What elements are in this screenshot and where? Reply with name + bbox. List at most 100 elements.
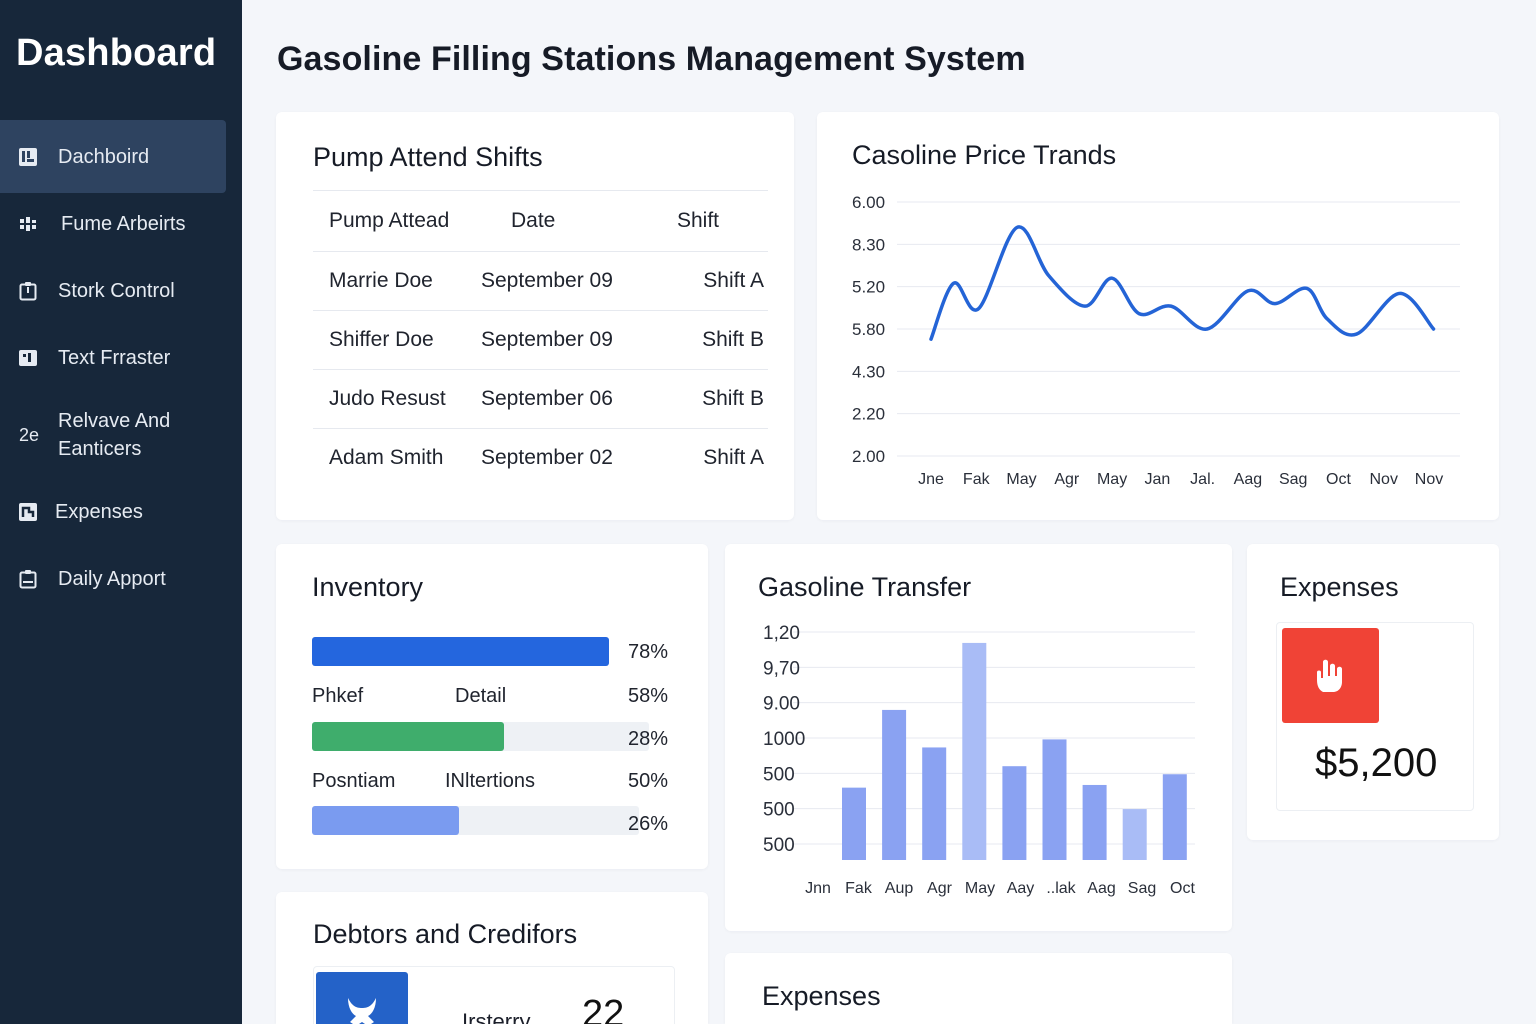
inventory-bar-fill <box>312 637 609 666</box>
x-tick-label: Agr <box>927 880 953 897</box>
hand-icon <box>1282 628 1379 723</box>
inventory-bar <box>312 637 609 666</box>
y-tick-label: 5.20 <box>852 278 885 297</box>
sidebar-item-label: Relvave And Eanticers <box>58 410 171 460</box>
x-tick-label: Jan <box>1144 471 1170 488</box>
sidebar-item-label: Expenses <box>55 501 143 523</box>
transfer-bar <box>882 709 907 860</box>
x-tick-label: Aag <box>1087 880 1115 897</box>
transfer-card: Gasoline Transfer 1,20 9,70 9.00 1000 500 500… <box>725 544 1232 931</box>
receivables-icon: 2e <box>18 424 40 445</box>
debtors-value: 22 <box>582 993 625 1024</box>
transfer-bar <box>1162 774 1187 860</box>
column-header[interactable]: Date <box>481 190 677 252</box>
x-tick-label: Aay <box>1007 880 1035 897</box>
table-row[interactable]: Adam Smith September 02 Shift A <box>313 429 768 488</box>
sidebar-item-dashboard[interactable]: Dachboird <box>0 120 226 193</box>
inventory-percent: 58% <box>627 685 668 707</box>
table-cell: September 02 <box>481 446 613 470</box>
inventory-title: Inventory <box>312 572 424 602</box>
dashboard-icon <box>17 146 39 168</box>
inventory-label: Posntiam <box>312 770 396 792</box>
x-tick-label: Fak <box>963 471 991 488</box>
column-header[interactable]: Shift <box>677 190 768 252</box>
x-tick-label: Aup <box>885 880 914 897</box>
pump-shifts-card: Pump Attend Shifts Pump Attead Date Shif… <box>276 112 794 520</box>
sidebar-item-stock-control[interactable]: Stork Control <box>0 276 226 306</box>
table-cell: Shift A <box>703 446 764 470</box>
pump-shifts-table: Pump Attead Date Shift Marrie Doe Septem… <box>313 190 768 488</box>
inventory-label: INltertions <box>445 770 536 792</box>
table-cell: Adam Smith <box>329 446 444 470</box>
table-cell: September 09 <box>481 310 677 370</box>
inventory-percent: 26% <box>627 813 668 835</box>
x-tick-label: Sag <box>1279 471 1307 488</box>
expenses-bottom-title: Expenses <box>762 981 881 1011</box>
inventory-bar <box>312 806 639 835</box>
x-tick-label: May <box>1097 471 1127 488</box>
sidebar-item-label: Text Frraster <box>58 347 171 369</box>
inventory-label: Detail <box>455 685 507 707</box>
debtors-label: Irsterry <box>462 1009 531 1024</box>
debtors-title: Debtors and Credifors <box>313 919 578 949</box>
table-cell: Judo Resust <box>313 369 481 429</box>
sidebar-item-expenses[interactable]: Expenses <box>0 497 226 527</box>
sidebar-item-label: Fume Arbeirts <box>61 213 186 235</box>
x-tick-label: Oct <box>1326 471 1351 488</box>
y-tick-label: 500 <box>763 835 795 856</box>
expenses-bottom-card: Expenses <box>725 953 1232 1024</box>
sidebar: Dashboard Dachboird Fume Arbeirts Stork … <box>0 0 242 1024</box>
sidebar-item-receivables[interactable]: 2e Relvave And Eanticers <box>0 406 226 464</box>
y-tick-label: 8.30 <box>852 235 885 254</box>
table-cell: Marrie Doe <box>313 251 481 311</box>
price-series-line <box>929 225 1436 341</box>
x-tick-label: Aag <box>1234 471 1262 488</box>
pump-icon <box>17 213 39 235</box>
x-tick-label: Fak <box>845 880 873 897</box>
table-cell: Shift A <box>677 251 768 311</box>
table-row[interactable]: Shiffer Doe September 09 Shift B <box>313 310 768 370</box>
expenses-card: Expenses $5,200 <box>1247 544 1499 840</box>
sidebar-item-pump[interactable]: Fume Arbeirts <box>0 209 226 239</box>
report-icon <box>17 568 39 590</box>
table-cell: Shiffer Doe <box>313 310 481 370</box>
price-trends-chart: 6.00 8.30 5.20 5.80 4.30 2.20 2.00 Jne Fak May Agr… <box>852 193 1460 488</box>
table-cell: September 06 <box>481 369 677 429</box>
transfer-chart: 1,20 9,70 9.00 1000 500 500 500 Jnn Fak Aup Agr May… <box>763 623 1196 897</box>
page-title: Gasoline Filling Stations Management Sys… <box>277 40 1026 78</box>
column-header[interactable]: Pump Attead <box>313 190 481 252</box>
table-row[interactable]: Marrie Doe September 09 Shift A <box>313 251 768 311</box>
inventory-bar-fill <box>312 722 505 751</box>
y-tick-label: 2.20 <box>852 405 885 424</box>
y-tick-label: 1000 <box>763 729 805 750</box>
x-tick-label: Sag <box>1128 880 1156 897</box>
transfer-bar <box>1122 809 1147 860</box>
inventory-percent: 50% <box>627 770 668 792</box>
expenses-title: Expenses <box>1280 572 1399 602</box>
debtors-card: Debtors and Credifors Irsterry 22 <box>276 892 708 1024</box>
y-tick-label: 1,20 <box>763 623 800 644</box>
y-tick-label: 5.80 <box>852 320 885 339</box>
transfer-icon <box>17 347 39 369</box>
inventory-percent: 28% <box>627 728 668 750</box>
table-row[interactable]: Judo Resust September 06 Shift B <box>313 369 768 429</box>
expenses-icon <box>17 501 39 523</box>
shield-icon <box>316 972 408 1024</box>
x-tick-label: Nov <box>1370 471 1398 488</box>
x-tick-label: Jal. <box>1190 471 1215 488</box>
sidebar-item-text-transfer[interactable]: Text Frraster <box>0 343 226 373</box>
y-tick-label: 4.30 <box>852 362 885 381</box>
y-tick-label: 500 <box>763 800 795 821</box>
y-tick-label: 9,70 <box>763 658 800 679</box>
expenses-summary[interactable]: $5,200 <box>1276 622 1474 811</box>
table-cell: Shift B <box>677 310 768 370</box>
x-tick-label: Jnn <box>805 880 831 897</box>
inventory-label: Phkef <box>312 685 364 707</box>
debtors-summary[interactable]: Irsterry 22 <box>313 966 675 1024</box>
transfer-bar <box>962 642 987 860</box>
sidebar-item-label: Daily Apport <box>58 568 166 590</box>
transfer-bar <box>922 747 947 860</box>
x-tick-label: ..lak <box>1046 880 1076 897</box>
x-tick-label: Nov <box>1415 471 1443 488</box>
sidebar-item-daily-report[interactable]: Daily Apport <box>0 564 226 594</box>
